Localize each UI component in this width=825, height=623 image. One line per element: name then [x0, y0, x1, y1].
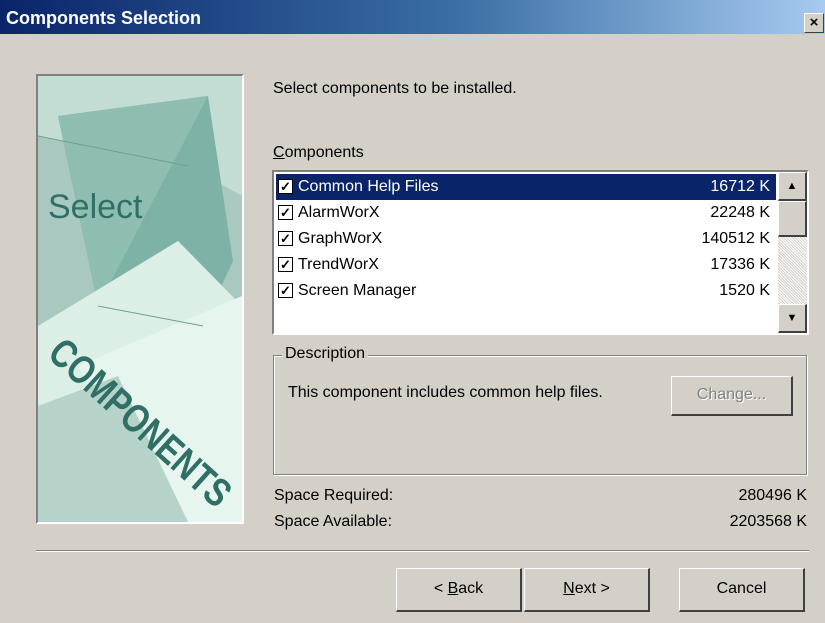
- description-text: This component includes common help file…: [288, 384, 603, 401]
- scroll-thumb[interactable]: [778, 201, 807, 237]
- next-rest: ext >: [574, 580, 610, 597]
- checkbox[interactable]: ✓: [278, 231, 293, 246]
- components-list[interactable]: ✓ Common Help Files 16712 K ✓ AlarmWorX …: [272, 170, 809, 335]
- space-required-value: 280496 K: [738, 487, 807, 504]
- title-bar[interactable]: Components Selection ×: [0, 0, 825, 34]
- vertical-scrollbar[interactable]: ▲ ▼: [778, 172, 807, 333]
- cancel-button[interactable]: Cancel: [679, 568, 805, 612]
- scroll-up-button[interactable]: ▲: [778, 172, 807, 201]
- list-item[interactable]: ✓ TrendWorX 17336 K: [276, 252, 776, 278]
- component-name: Common Help Files: [298, 178, 439, 195]
- list-item[interactable]: ✓ AlarmWorX 22248 K: [276, 200, 776, 226]
- components-label: Components: [273, 144, 364, 162]
- component-size: 1520 K: [719, 282, 770, 299]
- next-button[interactable]: Next >: [524, 568, 650, 612]
- component-name: AlarmWorX: [298, 204, 380, 221]
- component-size: 140512 K: [701, 230, 770, 247]
- change-button: Change...: [671, 376, 793, 416]
- art-select-text: Select: [48, 188, 143, 226]
- components-artwork: Select COMPONENTS: [36, 74, 244, 524]
- checkbox[interactable]: ✓: [278, 179, 293, 194]
- back-button[interactable]: < Back: [396, 568, 522, 612]
- component-size: 17336 K: [710, 256, 770, 273]
- space-available-label: Space Available:: [274, 513, 393, 530]
- space-required-label: Space Required:: [274, 487, 394, 504]
- scroll-down-button[interactable]: ▼: [778, 304, 807, 333]
- component-name: TrendWorX: [298, 256, 379, 273]
- list-item[interactable]: ✓ GraphWorX 140512 K: [276, 226, 776, 252]
- next-mnemonic: N: [563, 580, 575, 597]
- checkbox[interactable]: ✓: [278, 283, 293, 298]
- space-available-value: 2203568 K: [729, 513, 807, 530]
- description-legend: Description: [282, 345, 369, 363]
- instruction-text: Select components to be installed.: [273, 80, 517, 97]
- checkbox[interactable]: ✓: [278, 205, 293, 220]
- checkbox[interactable]: ✓: [278, 257, 293, 272]
- component-name: Screen Manager: [298, 282, 417, 299]
- component-size: 22248 K: [710, 204, 770, 221]
- component-name: GraphWorX: [298, 230, 383, 247]
- back-rest: ack: [458, 580, 484, 597]
- back-prefix: <: [433, 580, 448, 597]
- back-mnemonic: B: [447, 580, 459, 597]
- components-label-mnemonic: C: [273, 144, 285, 161]
- components-label-rest: omponents: [284, 144, 364, 161]
- close-button[interactable]: ×: [804, 13, 824, 33]
- separator: [36, 550, 809, 552]
- component-size: 16712 K: [710, 178, 770, 195]
- window-title: Components Selection: [6, 8, 202, 28]
- list-item[interactable]: ✓ Screen Manager 1520 K: [276, 278, 776, 304]
- list-item[interactable]: ✓ Common Help Files 16712 K: [276, 174, 776, 200]
